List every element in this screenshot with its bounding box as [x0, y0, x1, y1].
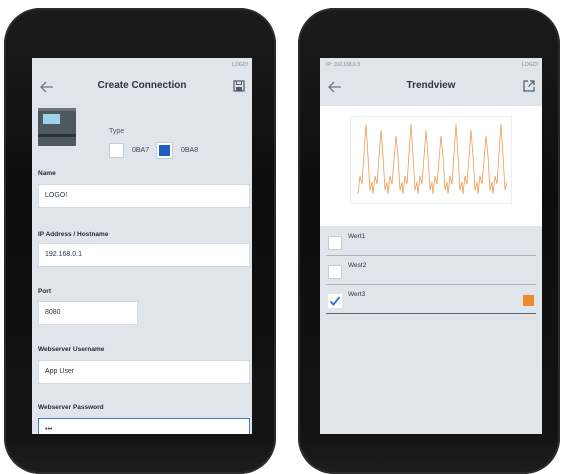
ip-address-label: IP Address / Hostname: [38, 231, 109, 238]
trend-chart: [350, 116, 512, 204]
status-ip-text: IP: 192.168.0.3: [326, 62, 360, 68]
series-row-west2[interactable]: West2: [326, 259, 536, 285]
series-checkbox-wert1[interactable]: [328, 236, 342, 250]
series-label-wert3: Wert3: [348, 291, 366, 298]
type-0ba8-label: 0BA8: [181, 147, 199, 154]
series-list: Wert1 West2 Wert3: [320, 226, 542, 434]
trend-chart-area: [320, 106, 542, 226]
app-bar: Create Connection: [32, 76, 252, 102]
series-label-wert1: Wert1: [348, 233, 366, 240]
checkmark-icon[interactable]: [328, 294, 342, 308]
series-color-swatch-wert3: [523, 295, 534, 306]
type-0ba8-checkbox[interactable]: [157, 143, 172, 158]
phone-bezel-bottom: [4, 434, 276, 474]
save-icon[interactable]: [232, 79, 246, 93]
app-bar: Trendview: [320, 76, 542, 102]
phone-bezel-bottom: [298, 434, 560, 474]
type-0ba7-checkbox[interactable]: [109, 143, 124, 158]
status-bar: IP: 192.168.0.3 LOGO!: [326, 62, 538, 70]
series-row-wert1[interactable]: Wert1: [326, 230, 536, 256]
series-row-wert3[interactable]: Wert3: [326, 288, 536, 314]
create-connection-screen: LOGO! Create Connection Type 0BA7 0BA8 N…: [32, 58, 252, 434]
page-title: Create Connection: [97, 80, 187, 91]
left-phone: LOGO! Create Connection Type 0BA7 0BA8 N…: [4, 8, 276, 474]
right-phone: IP: 192.168.0.3 LOGO! Trendview Wert1 We…: [298, 8, 560, 474]
status-bar: LOGO!: [38, 62, 248, 70]
type-0ba7-label: 0BA7: [132, 147, 150, 154]
trendview-screen: IP: 192.168.0.3 LOGO! Trendview Wert1 We…: [320, 58, 542, 434]
logo-device-image: [38, 108, 76, 146]
port-input[interactable]: 8080: [38, 301, 138, 325]
page-title: Trendview: [406, 80, 456, 91]
webserver-password-input[interactable]: •••: [38, 418, 250, 434]
type-label: Type: [109, 128, 125, 135]
name-input[interactable]: LOGO!: [38, 184, 250, 208]
open-external-icon[interactable]: [522, 79, 536, 93]
status-logo-text: LOGO!: [232, 62, 248, 68]
port-label: Port: [38, 288, 51, 295]
status-logo-text: LOGO!: [522, 62, 538, 68]
name-label: Name: [38, 170, 56, 177]
series-checkbox-west2[interactable]: [328, 265, 342, 279]
ip-address-input[interactable]: 192.168.0.1: [38, 243, 250, 267]
series-label-west2: West2: [348, 262, 367, 269]
webserver-username-input[interactable]: App User: [38, 360, 250, 384]
webserver-username-label: Webserver Username: [38, 346, 105, 353]
webserver-password-label: Webserver Password: [38, 404, 104, 411]
